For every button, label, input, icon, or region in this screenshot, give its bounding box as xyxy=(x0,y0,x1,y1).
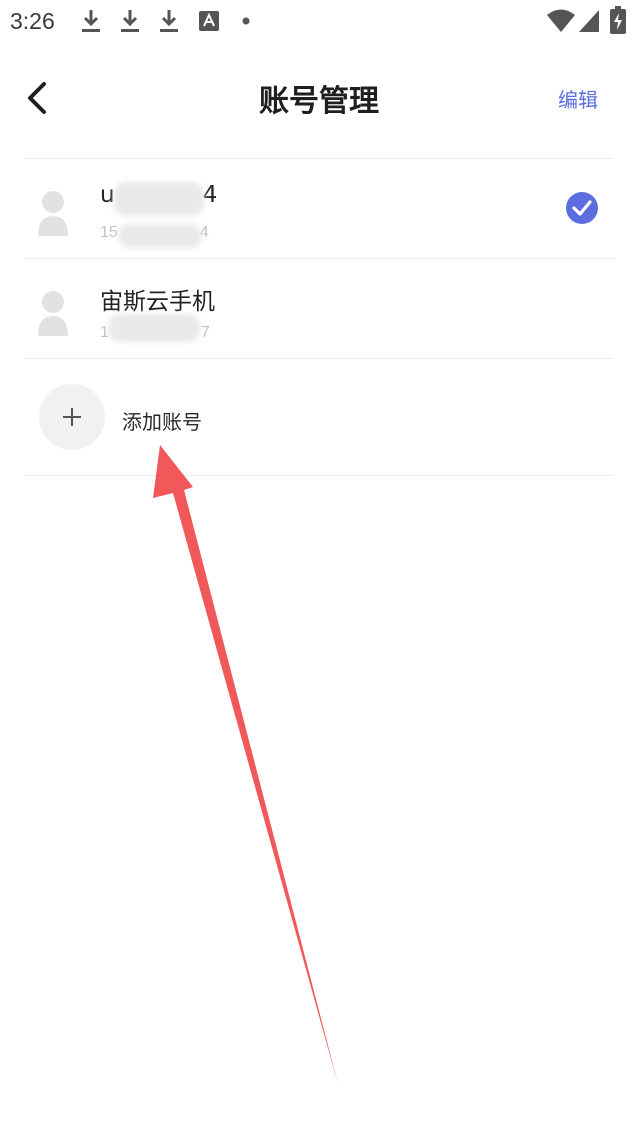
account-phone-visible-end: 7 xyxy=(200,324,210,341)
download-icon xyxy=(121,10,139,32)
page-title: 账号管理 xyxy=(259,84,379,119)
divider xyxy=(24,475,614,476)
battery-charging-icon xyxy=(610,6,626,34)
add-circle xyxy=(39,384,105,450)
download-icon xyxy=(160,10,178,32)
account-phone-visible-start: 15 xyxy=(100,224,118,241)
redacted-blur xyxy=(114,182,204,216)
selected-check-icon xyxy=(566,192,598,224)
edit-button[interactable]: 编辑 xyxy=(558,84,598,113)
account-name: 宙斯云手机 xyxy=(100,289,215,315)
divider xyxy=(24,258,614,259)
account-item[interactable]: 宙斯云手机 17 xyxy=(24,260,614,358)
redacted-blur xyxy=(118,224,202,248)
add-account-label: 添加账号 xyxy=(122,410,202,434)
redacted-blur xyxy=(108,314,200,342)
account-item[interactable]: u4 15 4 xyxy=(24,160,614,258)
status-time: 3:26 xyxy=(10,8,55,34)
wifi-icon xyxy=(547,9,575,32)
plus-icon xyxy=(63,408,81,426)
nav-bar: 账号管理 编辑 xyxy=(0,60,638,136)
status-bar: 3:26 xyxy=(0,0,638,44)
notification-dot-icon xyxy=(242,17,250,25)
avatar-placeholder-icon xyxy=(38,191,68,236)
add-account-button[interactable]: 添加账号 xyxy=(24,362,614,474)
signal-icon xyxy=(579,10,599,32)
avatar-placeholder-icon xyxy=(38,291,68,336)
divider xyxy=(24,358,614,359)
account-name-visible-start: u xyxy=(100,182,115,208)
divider xyxy=(24,158,614,159)
account-name-visible-end: 4 xyxy=(202,182,218,208)
translate-app-icon xyxy=(199,11,219,31)
download-icon xyxy=(82,10,100,32)
